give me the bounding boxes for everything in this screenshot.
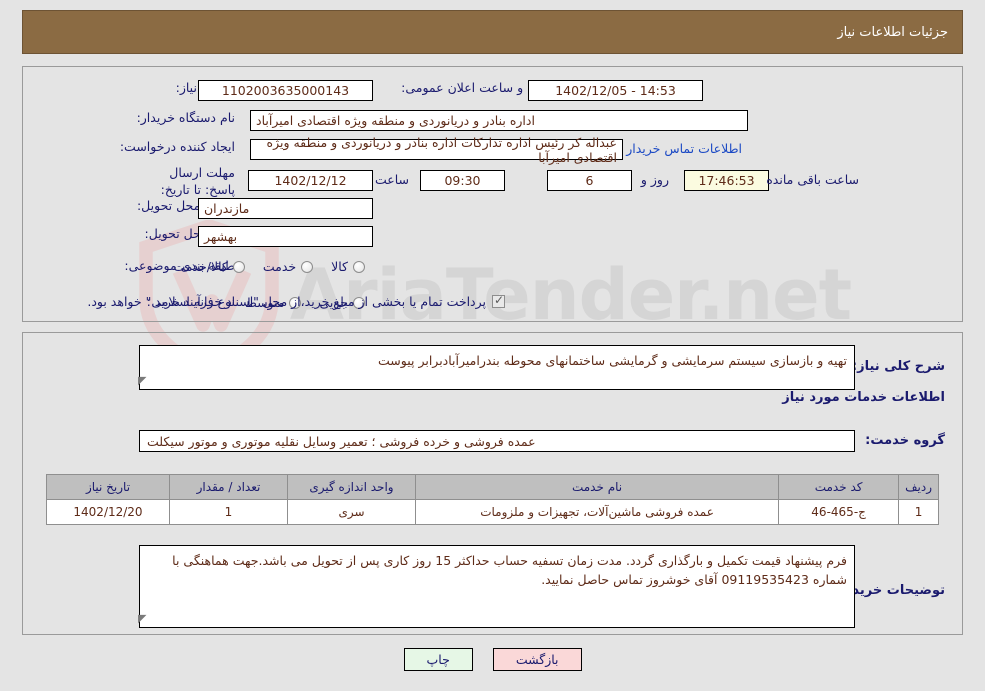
category-option-label-1: خدمت	[262, 259, 297, 274]
th-quantity: تعداد / مقدار	[169, 474, 288, 500]
buyer-org-value: اداره بنادر و دریانوردی و منطقه ویژه اقت…	[250, 110, 748, 131]
services-table: ردیف کد خدمت نام خدمت واحد اندازه گیری ت…	[46, 474, 939, 525]
cell-quantity: 1	[169, 499, 288, 525]
category-radio-group[interactable]: کالا خدمت کالا/خدمت	[155, 259, 365, 274]
buyer-contact-link[interactable]: اطلاعات تماس خریدار	[620, 141, 748, 156]
remaining-hours-label: ساعت باقی مانده	[766, 172, 859, 187]
days-remaining-value: 6	[547, 170, 632, 191]
category-radio-icon-0[interactable]	[353, 260, 365, 273]
creator-label: ایجاد کننده درخواست:	[119, 139, 235, 154]
creator-value: عبداله کر رئیس اداره تدارکات اداره بنادر…	[250, 135, 623, 165]
th-row-no: ردیف	[898, 474, 939, 500]
page-root: AriaTender.net جزئیات اطلاعات نیاز شماره…	[0, 0, 985, 691]
cell-need-date: 1402/12/20	[46, 499, 170, 525]
category-option-label-2: کالا/خدمت	[173, 259, 228, 274]
category-radio-icon-2[interactable]	[232, 260, 245, 273]
category-option-label-0: کالا	[331, 259, 348, 274]
cell-service-code: ج-465-46	[778, 499, 900, 525]
category-option-0[interactable]: کالا	[331, 259, 365, 274]
treasury-checkbox-icon[interactable]	[492, 293, 505, 308]
announce-date-value: 14:53 - 1402/12/05	[528, 80, 703, 101]
action-button-row: بازگشت چاپ	[0, 648, 985, 671]
summary-label: شرح کلی نیاز:	[851, 359, 945, 374]
summary-textarea[interactable]: تهیه و بازسازی سیستم سرمایشی و گرمایشی س…	[139, 345, 855, 390]
category-option-1[interactable]: خدمت	[262, 259, 314, 274]
table-header-row: ردیف کد خدمت نام خدمت واحد اندازه گیری ت…	[46, 474, 939, 500]
buyer-org-label: نام دستگاه خریدار:	[136, 110, 235, 125]
service-group-label: گروه خدمت:	[865, 433, 945, 448]
page-title: جزئیات اطلاعات نیاز	[837, 24, 948, 40]
table-row: 1 ج-465-46 عمده فروشی ماشین‌آلات، تجهیزا…	[46, 499, 939, 525]
creator-row: ایجاد کننده درخواست:	[114, 139, 235, 156]
cell-service-name: عمده فروشی ماشین‌آلات، تجهیزات و ملزومات	[414, 499, 780, 525]
th-unit: واحد اندازه گیری	[287, 474, 416, 500]
th-service-name: نام خدمت	[414, 474, 780, 500]
treasury-checkbox-label: پرداخت تمام یا بخشی از مبلغ خرید،از محل …	[87, 294, 486, 309]
print-button[interactable]: چاپ	[403, 648, 473, 671]
services-section-heading: اطلاعات خدمات مورد نیاز	[782, 390, 945, 405]
city-value: بهشهر	[198, 226, 373, 247]
buyer-org-row: نام دستگاه خریدار:	[131, 110, 235, 127]
category-radio-icon-1[interactable]	[301, 260, 314, 273]
service-group-value: عمده فروشی و خرده فروشی ؛ تعمیر وسایل نق…	[139, 430, 855, 452]
treasury-checkbox-row[interactable]: پرداخت تمام یا بخشی از مبلغ خرید،از محل …	[87, 293, 505, 309]
days-label: روز و	[640, 172, 669, 187]
countdown-timer-value: 17:46:53	[684, 170, 769, 191]
province-value: مازندران	[198, 198, 373, 219]
deadline-time-value: 09:30	[420, 170, 505, 191]
buyer-notes-textarea[interactable]: فرم پیشنهاد قیمت تکمیل و بارگذاری گردد. …	[139, 545, 855, 628]
th-service-code: کد خدمت	[778, 474, 900, 500]
deadline-date-value: 1402/12/12	[248, 170, 373, 191]
cell-row-no: 1	[898, 499, 939, 525]
deadline-label-row: مهلت ارسال پاسخ: تا تاریخ:	[143, 165, 235, 199]
th-need-date: تاریخ نیاز	[46, 474, 170, 500]
hour-label: ساعت	[374, 172, 409, 187]
page-header: جزئیات اطلاعات نیاز	[22, 10, 963, 54]
deadline-label: مهلت ارسال پاسخ: تا تاریخ:	[160, 165, 235, 197]
cell-unit: سری	[287, 499, 416, 525]
need-number-value: 1102003635000143	[198, 80, 373, 101]
back-button[interactable]: بازگشت	[492, 648, 582, 671]
category-option-2[interactable]: کالا/خدمت	[173, 259, 245, 274]
